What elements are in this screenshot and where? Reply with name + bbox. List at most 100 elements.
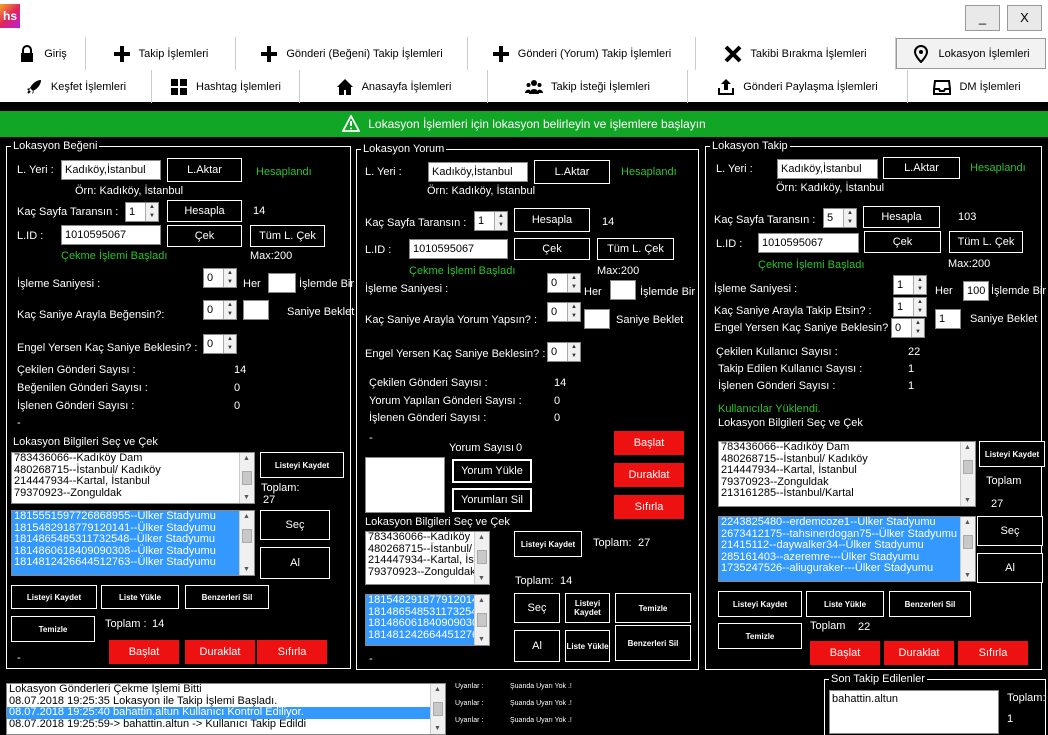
menu-gonderi-paylasma[interactable]: Gönderi Paylaşma İşlemleri — [688, 70, 908, 103]
temizle-button[interactable]: Temizle — [615, 593, 691, 623]
baslat-button[interactable]: Başlat — [810, 641, 880, 665]
tum-cek-button[interactable]: Tüm L. Çek — [949, 231, 1023, 253]
close-button[interactable]: X — [1007, 5, 1042, 31]
scrollbar[interactable] — [960, 517, 975, 581]
sifirla-button[interactable]: Sıfırla — [614, 495, 684, 519]
list-item[interactable]: 79370923--Zonguldak — [12, 487, 254, 500]
tum-cek-button[interactable]: Tüm L. Çek — [597, 238, 674, 260]
duraklat-button[interactable]: Duraklat — [884, 641, 954, 665]
scrollbar[interactable] — [474, 595, 489, 645]
son-takip-list[interactable]: bahattin.altun — [829, 690, 999, 734]
list-item[interactable]: 21415112--daywalker34--Ülker Stadyumu — [719, 539, 975, 552]
al-button[interactable]: Al — [260, 547, 330, 579]
sec-button[interactable]: Seç — [514, 593, 560, 623]
liste-yukle-button[interactable]: Liste Yükle — [806, 591, 884, 617]
sayfa-spinner[interactable]: 5 ▲ ▼ — [823, 208, 857, 228]
beklet-input[interactable] — [584, 309, 610, 329]
scrollbar[interactable] — [960, 442, 975, 506]
cek-button[interactable]: Çek — [167, 225, 242, 247]
menu-lokasyon[interactable]: Lokasyon İşlemleri — [896, 38, 1046, 69]
list-item[interactable]: 1735247526--aliuguraker---Ülker Stadyumu — [719, 562, 975, 575]
arayla-spinner[interactable]: 0 ▲ ▼ — [547, 302, 581, 322]
list-item[interactable]: 214447934--Kartal, İstanb — [366, 554, 489, 567]
list-item[interactable]: 214447934--Kartal, İstanbul — [719, 464, 975, 477]
lyeri-input[interactable]: Kadıköy,İstanbul — [777, 159, 878, 179]
laktar-button[interactable]: L.Aktar — [167, 158, 242, 182]
list-item[interactable]: 1814812426644512763-- — [366, 629, 489, 642]
user-list[interactable]: 2243825480--erdemcoze1--Ülker Stadyumu 2… — [718, 516, 976, 582]
laktar-button[interactable]: L.Aktar — [534, 160, 610, 184]
scrollbar[interactable] — [239, 453, 254, 503]
menu-anasayfa[interactable]: Anasayfa İşlemleri — [300, 70, 488, 103]
menu-giris[interactable]: Giriş — [0, 37, 86, 70]
menu-yorum-takip[interactable]: Gönderi (Yorum) Takip İşlemleri — [468, 37, 696, 70]
menu-begeni-takip[interactable]: Gönderi (Beğeni) Takip İşlemleri — [236, 37, 468, 70]
duraklat-button[interactable]: Duraklat — [185, 640, 255, 664]
list-item[interactable]: 2243825480--erdemcoze1--Ülker Stadyumu — [719, 517, 975, 529]
isleme-spinner[interactable]: 0 ▲ ▼ — [547, 273, 581, 293]
list-item[interactable]: bahattin.altun — [830, 691, 998, 706]
sifirla-button[interactable]: Sıfırla — [257, 640, 327, 664]
benzerleri-sil-button[interactable]: Benzerleri Sil — [615, 625, 691, 661]
list-item[interactable]: 79370923--Zonguldak — [366, 566, 489, 579]
benzerleri-sil-button[interactable]: Benzerleri Sil — [185, 585, 269, 609]
menu-takip-istegi[interactable]: Takip İsteği İşlemleri — [488, 70, 688, 103]
tum-cek-button[interactable]: Tüm L. Çek — [250, 225, 325, 247]
hesapla-button[interactable]: Hesapla — [167, 200, 242, 222]
minimize-button[interactable]: _ — [965, 5, 1000, 31]
lyeri-input[interactable]: Kadıköy,İstanbul — [61, 160, 161, 180]
yorumlari-sil-button[interactable]: Yorumları Sil — [452, 488, 532, 512]
scrollbar[interactable] — [474, 532, 489, 584]
list-item[interactable]: 1815551597726868955--Ülker Stadyumu — [12, 511, 254, 523]
liste-yukle-button[interactable]: Liste Yükle — [565, 630, 610, 662]
lid-input[interactable]: 1010595067 — [758, 233, 859, 253]
location-list[interactable]: 783436066--Kadıköy Dam 480268715--İstanb… — [365, 531, 490, 585]
sayfa-spinner[interactable]: 1 ▲ ▼ — [125, 202, 159, 222]
location-list[interactable]: 783436066--Kadıköy Dam 480268715--İstanb… — [11, 452, 255, 504]
list-item[interactable]: 1814860618409090308-- — [366, 617, 489, 630]
liste-yukle-button[interactable]: Liste Yükle — [101, 585, 179, 609]
post-list[interactable]: 1815551597726868955--Ülker Stadyumu 1815… — [11, 510, 255, 576]
yorum-textbox[interactable] — [365, 457, 445, 513]
benzerleri-sil-button[interactable]: Benzerleri Sil — [889, 591, 971, 617]
temizle-button[interactable]: Temizle — [718, 623, 802, 649]
list-item[interactable]: 213161285--İstanbul/Kartal — [719, 487, 975, 500]
engel-spinner[interactable]: 0 ▲ ▼ — [203, 334, 237, 354]
beklet-input[interactable] — [243, 300, 269, 320]
hesapla-button[interactable]: Hesapla — [514, 208, 590, 232]
her-input[interactable] — [610, 280, 636, 300]
list-item[interactable]: 1814812426644512763--Ülker Stadyumu — [12, 556, 254, 569]
list-item[interactable]: 783436066--Kadıköy Dam — [366, 532, 489, 544]
list-item[interactable]: 783436066--Kadıköy Dam — [719, 442, 975, 454]
beklet-input[interactable]: 1 — [935, 309, 961, 329]
baslat-button[interactable]: Başlat — [109, 640, 179, 664]
menu-hashtag[interactable]: Hashtag İşlemleri — [152, 70, 300, 103]
listeyi-kaydet-button[interactable]: Listeyi Kaydet — [514, 531, 582, 557]
scrollbar[interactable] — [430, 684, 445, 734]
temizle-button[interactable]: Temizle — [11, 616, 95, 642]
list-item[interactable]: 1814865485311732548--Ülker Stadyumu — [12, 533, 254, 546]
sec-button[interactable]: Seç — [260, 510, 330, 540]
baslat-button[interactable]: Başlat — [614, 431, 684, 455]
listeyi-kaydet-button-2[interactable]: Listeyi Kaydet — [565, 593, 610, 623]
engel-spinner[interactable]: 0 ▲ ▼ — [891, 318, 925, 338]
duraklat-button[interactable]: Duraklat — [614, 463, 684, 487]
cek-button[interactable]: Çek — [514, 238, 590, 260]
al-button[interactable]: Al — [514, 630, 560, 662]
listeyi-kaydet-button[interactable]: Listeyi Kaydet — [979, 441, 1045, 467]
lid-input[interactable]: 1010595067 — [409, 239, 508, 259]
engel-spinner[interactable]: 0 ▲ ▼ — [547, 342, 581, 362]
arayla-spinner[interactable]: 1 ▲ ▼ — [893, 297, 927, 317]
menu-takibi-birakma[interactable]: Takibi Bırakma İşlemleri — [696, 37, 896, 70]
lyeri-input[interactable]: Kadıköy,İstanbul — [428, 162, 528, 182]
sec-button[interactable]: Seç — [977, 516, 1043, 546]
menu-kesfet[interactable]: Keşfet İşlemleri — [0, 70, 152, 103]
her-input[interactable]: 100 — [963, 281, 989, 301]
isleme-spinner[interactable]: 0 ▲ ▼ — [203, 268, 237, 288]
list-item[interactable]: 783436066--Kadıköy Dam — [12, 453, 254, 465]
al-button[interactable]: Al — [977, 553, 1043, 583]
menu-dm[interactable]: DM İşlemleri — [908, 70, 1046, 103]
isleme-spinner[interactable]: 1 ▲ ▼ — [893, 275, 927, 295]
hesapla-button[interactable]: Hesapla — [863, 206, 940, 228]
list-item[interactable]: 214447934--Kartal, İstanbul — [12, 475, 254, 488]
